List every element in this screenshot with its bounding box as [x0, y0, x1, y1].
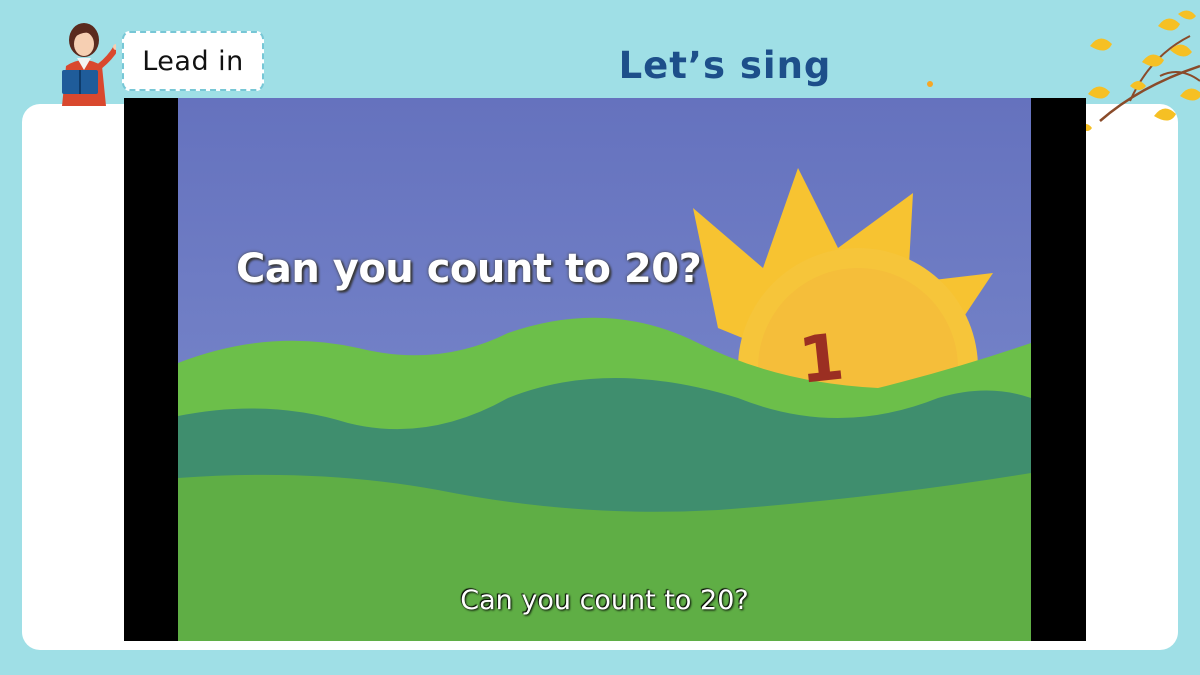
video-subtitle: Can you count to 20? — [460, 585, 749, 616]
video-title-text: Can you count to 20? — [236, 246, 702, 292]
teacher-illustration-icon — [62, 23, 119, 106]
hill-number: 1 — [795, 321, 847, 399]
lead-in-badge: Lead in — [116, 25, 270, 97]
page-title: Let’s sing — [618, 44, 832, 87]
lead-in-label: Lead in — [122, 31, 264, 91]
leaf-icon — [927, 81, 933, 87]
video-frame: 1 — [178, 98, 1031, 641]
ginkgo-leaves-icon — [1080, 10, 1200, 131]
